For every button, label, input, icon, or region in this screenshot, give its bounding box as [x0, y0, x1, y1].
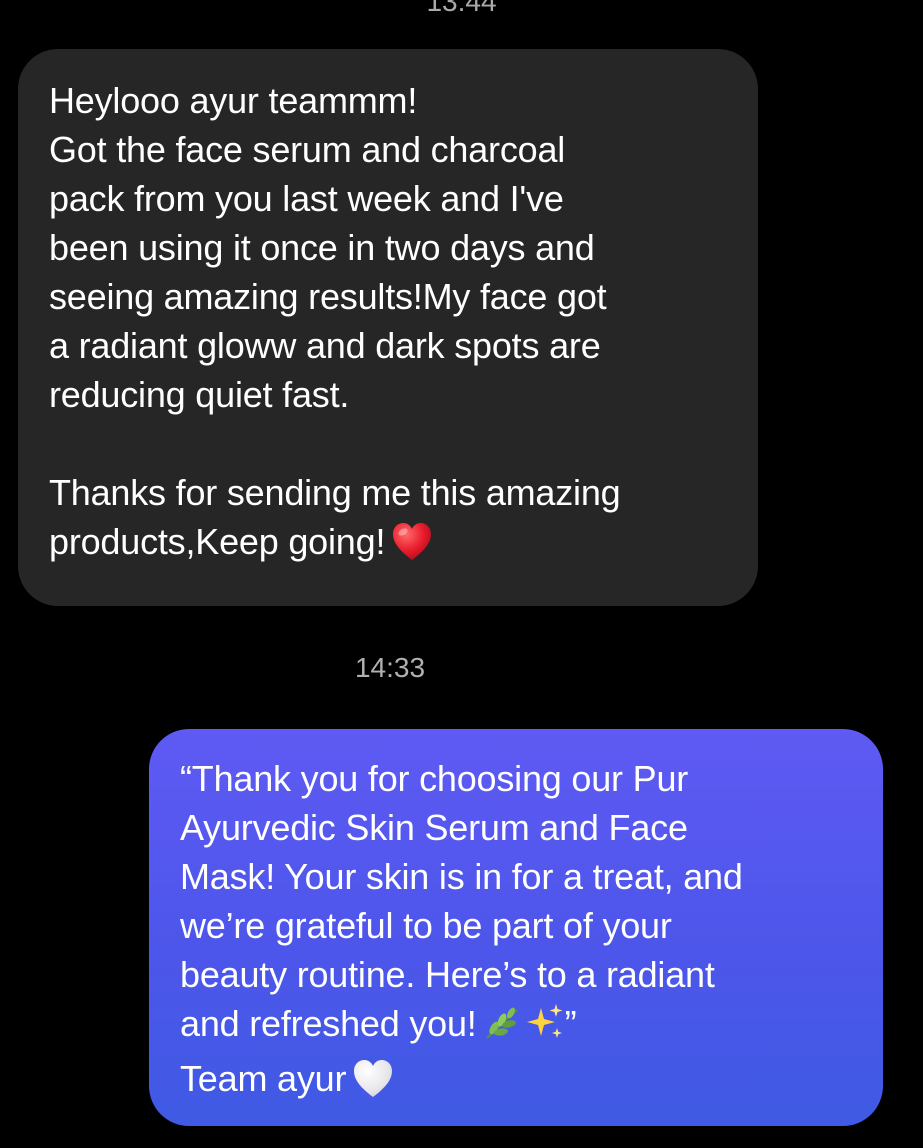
- message-line: reducing quiet fast.: [49, 374, 350, 415]
- message-line: Heylooo ayur teammm!: [49, 80, 418, 121]
- closing-quote: ”: [564, 1003, 577, 1044]
- message-line: Ayurvedic Skin Serum and Face: [180, 807, 688, 848]
- sparkles-icon: [525, 1002, 565, 1054]
- message-line: products,Keep going!: [49, 521, 386, 562]
- message-line: seeing amazing results!My face got: [49, 276, 607, 317]
- paragraph-break: [49, 419, 738, 468]
- message-line: pack from you last week and I've: [49, 178, 564, 219]
- herb-icon: [481, 1005, 521, 1054]
- message-line: been using it once in two days and: [49, 227, 595, 268]
- message-timestamp: 14:33: [354, 652, 426, 683]
- message-line: we’re grateful to be part of your: [180, 905, 672, 946]
- message-line: Got the face serum and charcoal: [49, 129, 566, 170]
- previous-timestamp: 13:44: [426, 0, 497, 17]
- message-line-with-emoji: Team ayur: [180, 1054, 863, 1111]
- message-line-with-emoji: products,Keep going!: [49, 517, 738, 574]
- message-line: and refreshed you!: [180, 1003, 477, 1044]
- message-line: “Thank you for choosing our Pur: [180, 758, 689, 799]
- red-heart-icon: [391, 522, 433, 574]
- message-line: beauty routine. Here’s to a radiant: [180, 954, 715, 995]
- signature-line: Team ayur: [180, 1058, 347, 1099]
- received-message-bubble[interactable]: Heylooo ayur teammm! Got the face serum …: [18, 49, 758, 606]
- message-line: Thanks for sending me this amazing: [49, 472, 621, 513]
- white-heart-icon: [352, 1059, 394, 1111]
- message-line-with-emoji: and refreshed you! ”: [180, 999, 863, 1054]
- sent-message-bubble[interactable]: “Thank you for choosing our Pur Ayurvedi…: [149, 729, 883, 1126]
- message-line: a radiant gloww and dark spots are: [49, 325, 601, 366]
- message-line: Mask! Your skin is in for a treat, and: [180, 856, 743, 897]
